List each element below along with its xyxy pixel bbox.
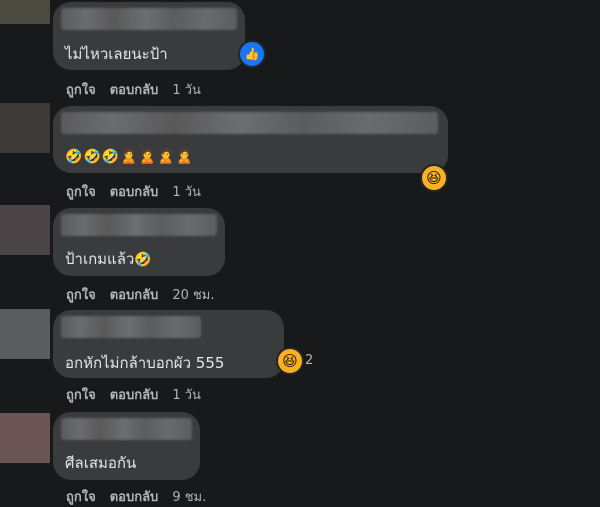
like-link[interactable]: ถูกใจ [66,384,96,405]
comment-bubble: ป้าเกมแล้ว🤣 [53,208,225,276]
comment-text: ศีลเสมอกัน [65,454,137,472]
comment-actions: ถูกใจ ตอบกลับ 1 วัน [66,384,201,405]
avatar[interactable] [0,205,50,255]
commenter-name-blurred[interactable] [61,316,201,338]
timestamp[interactable]: 1 วัน [172,181,201,202]
person-pouting-emoji: 🙎 [175,148,194,165]
reply-link[interactable]: ตอบกลับ [110,486,159,507]
reply-link[interactable]: ตอบกลับ [110,181,159,202]
rofl-emoji: 🤣 [101,148,120,165]
rofl-emoji: 🤣 [65,148,83,165]
comment-text-label: ป้าเกมแล้ว [65,250,135,268]
like-link[interactable]: ถูกใจ [66,284,96,305]
avatar[interactable] [0,0,50,24]
comment-bubble: 🤣🤣🤣🙎🙎🙎🙎 [53,106,448,173]
comment-bubble: ศีลเสมอกัน [53,412,200,480]
rofl-emoji: 🤣 [134,251,152,268]
commenter-name-blurred[interactable] [61,214,217,236]
haha-icon[interactable]: 😆 [420,164,448,192]
comment-emoji-line: 🤣🤣🤣🙎🙎🙎🙎 [65,147,194,165]
like-link[interactable]: ถูกใจ [66,486,96,507]
commenter-name-blurred[interactable] [61,418,192,440]
person-pouting-emoji: 🙎 [157,148,175,165]
comment-text: อกหักไม่กล้าบอกผัว 555 [65,354,225,372]
reply-link[interactable]: ตอบกลับ [110,284,159,305]
commenter-name-blurred[interactable] [61,112,438,134]
comment-bubble: อกหักไม่กล้าบอกผัว 555 [53,310,284,378]
reply-link[interactable]: ตอบกลับ [110,384,159,405]
comment-actions: ถูกใจ ตอบกลับ 1 วัน [66,79,201,100]
like-icon[interactable]: 👍 [238,40,266,68]
comment-actions: ถูกใจ ตอบกลับ 1 วัน [66,181,201,202]
comment-text: ไม่ไหวเลยนะป้า [65,45,168,63]
comment-actions: ถูกใจ ตอบกลับ 9 ชม. [66,486,206,507]
avatar[interactable] [0,413,50,463]
person-pouting-emoji: 🙎 [120,148,138,165]
commenter-name-blurred[interactable] [61,8,237,30]
like-link[interactable]: ถูกใจ [66,181,96,202]
reaction-count[interactable]: 2 [305,353,313,368]
timestamp[interactable]: 9 ชม. [172,486,206,507]
comment-actions: ถูกใจ ตอบกลับ 20 ชม. [66,284,215,305]
avatar[interactable] [0,103,50,153]
reply-link[interactable]: ตอบกลับ [110,79,159,100]
timestamp[interactable]: 1 วัน [172,384,201,405]
rofl-emoji: 🤣 [83,148,101,165]
avatar[interactable] [0,309,50,359]
timestamp[interactable]: 20 ชม. [172,284,214,305]
comment-text: ป้าเกมแล้ว🤣 [65,247,153,271]
like-link[interactable]: ถูกใจ [66,79,96,100]
haha-icon[interactable]: 😆 [276,347,304,375]
person-pouting-emoji: 🙎 [138,148,157,165]
timestamp[interactable]: 1 วัน [172,79,201,100]
comment-bubble: ไม่ไหวเลยนะป้า [53,2,245,70]
